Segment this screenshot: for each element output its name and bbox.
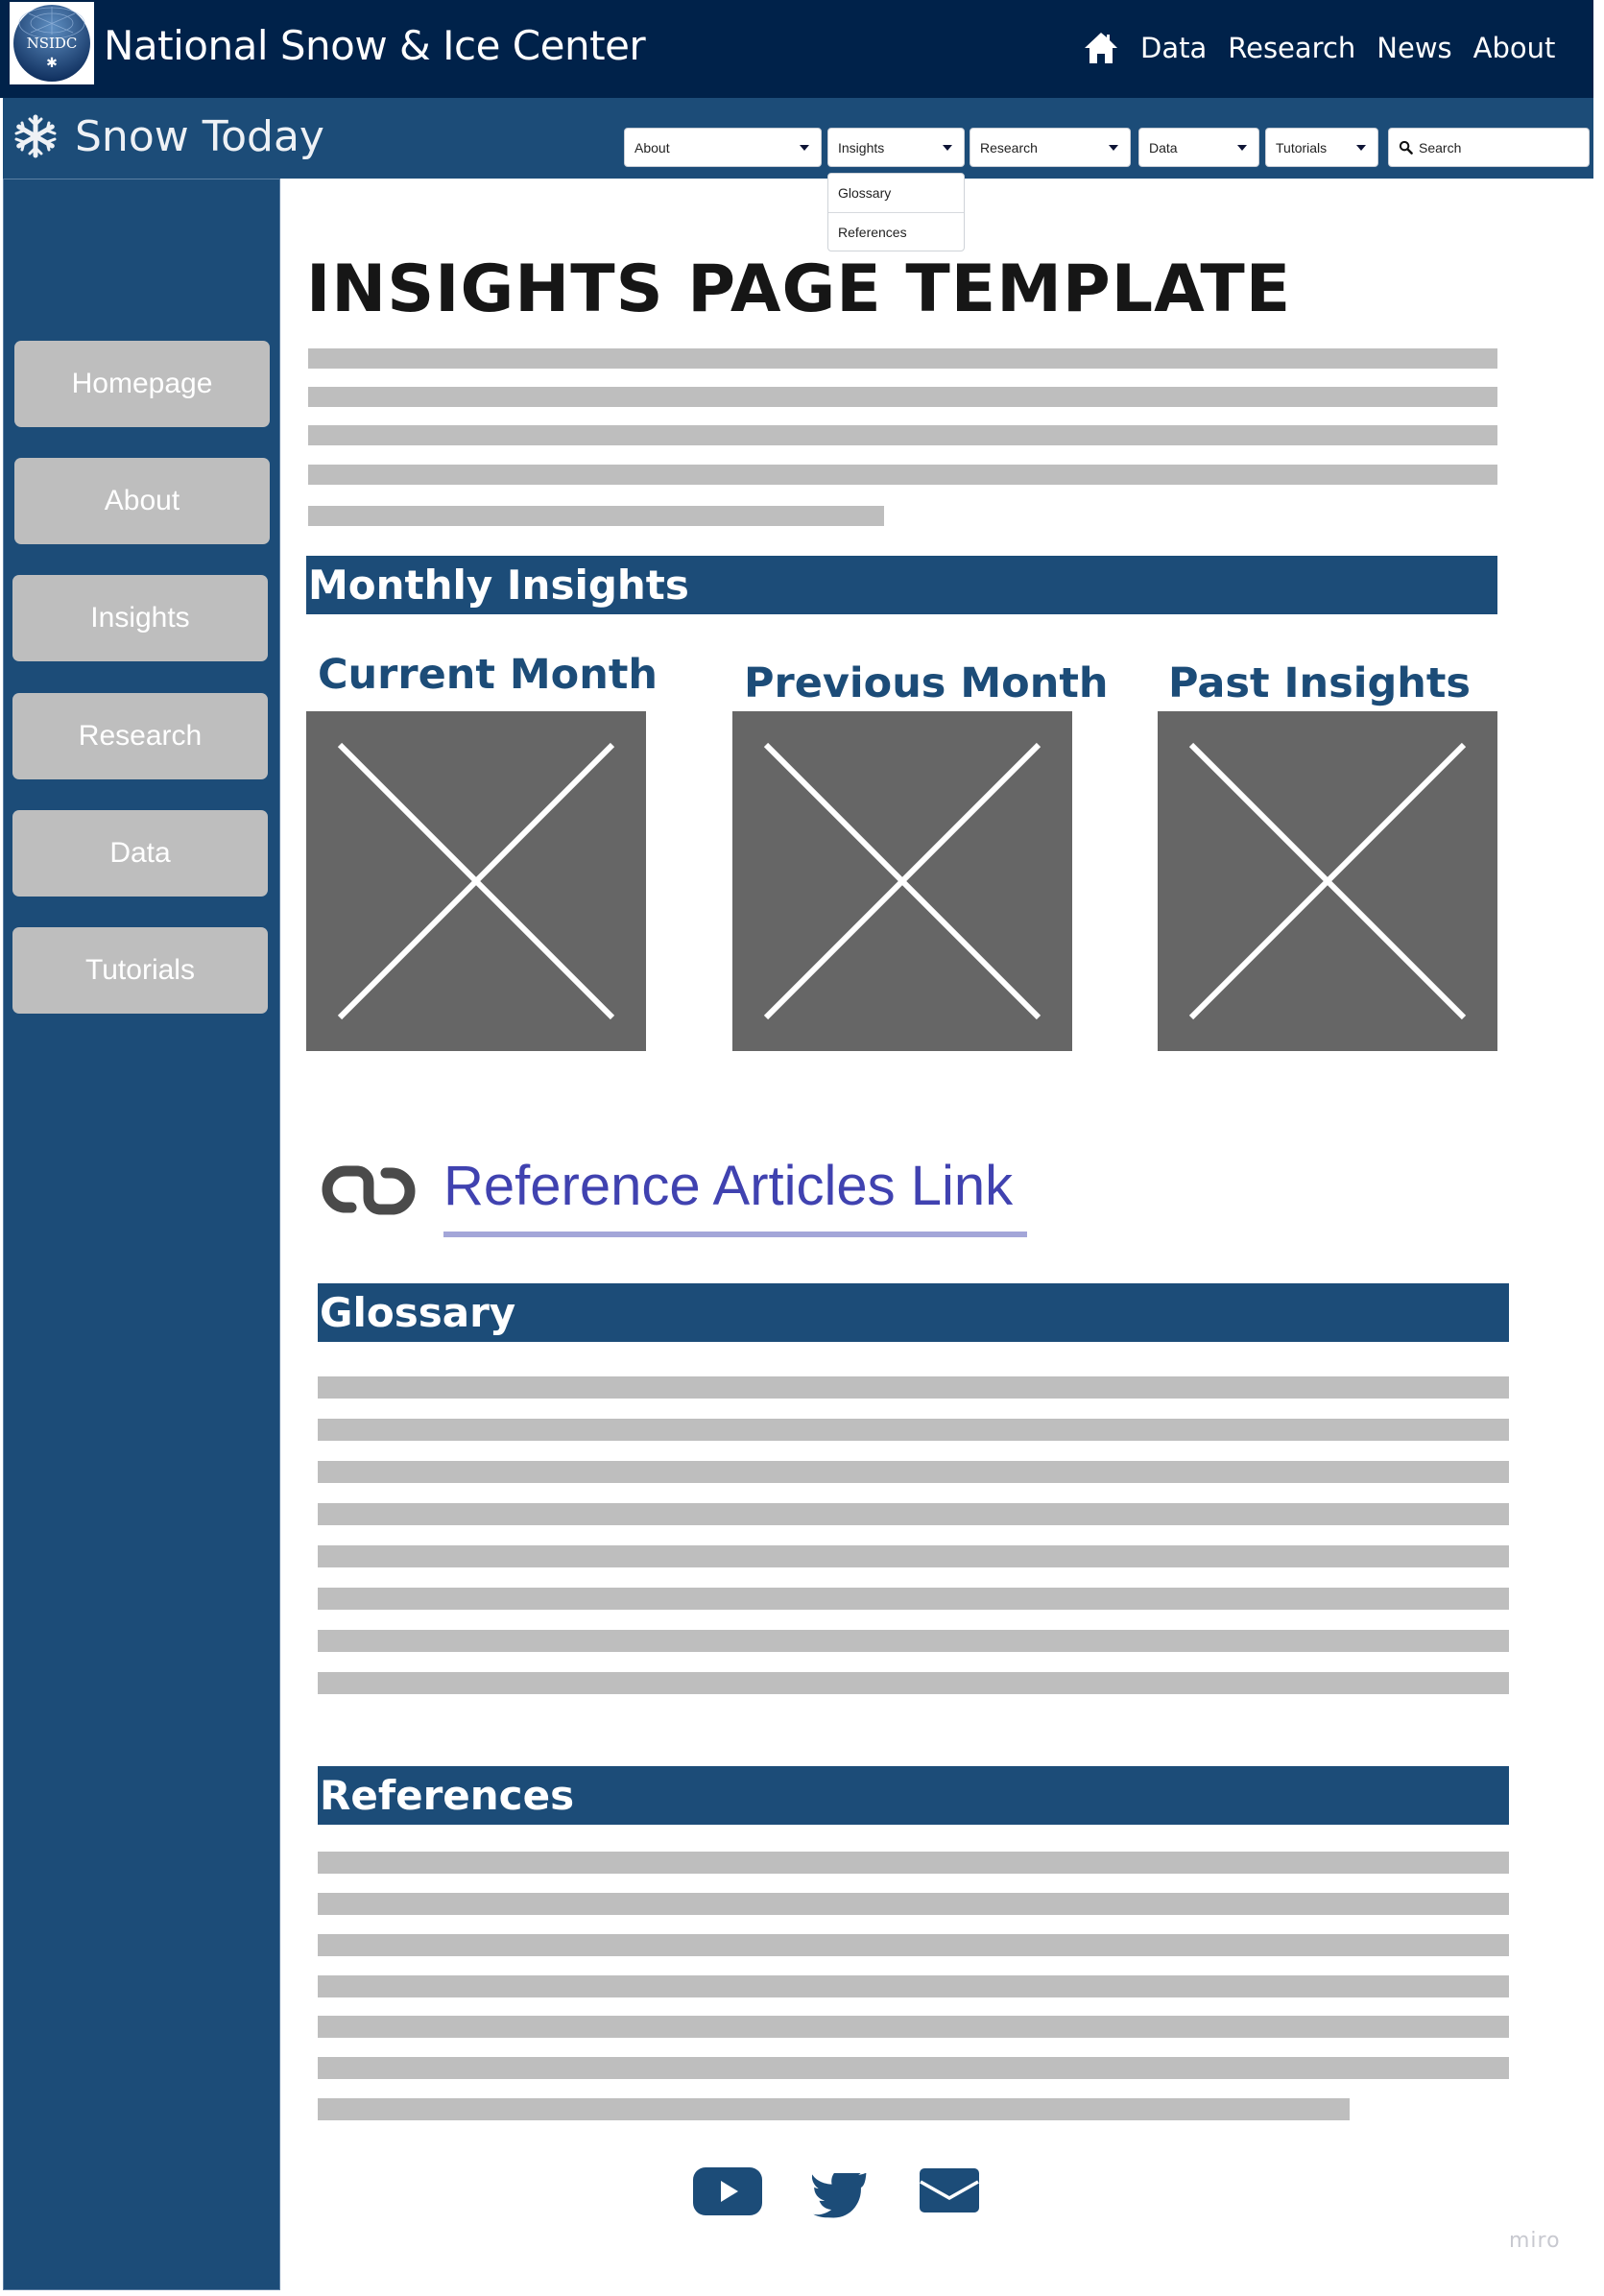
email-icon[interactable] bbox=[920, 2168, 979, 2212]
caret-down-icon bbox=[1237, 145, 1247, 151]
text-placeholder-line bbox=[308, 425, 1497, 445]
text-placeholder-line bbox=[318, 1852, 1509, 1874]
text-placeholder-line bbox=[318, 1975, 1509, 1997]
past-insights-image-placeholder[interactable] bbox=[1158, 711, 1497, 1051]
glossary-header: Glossary bbox=[318, 1283, 1509, 1342]
dropdown-tutorials[interactable]: Tutorials bbox=[1265, 128, 1378, 167]
nsidc-logo[interactable]: NSIDC ✱ bbox=[10, 2, 94, 84]
text-placeholder-line bbox=[308, 348, 1497, 369]
sidebar-item-tutorials[interactable]: Tutorials bbox=[12, 927, 268, 1014]
references-header: References bbox=[318, 1766, 1509, 1825]
caret-down-icon bbox=[1356, 145, 1366, 151]
text-placeholder-line bbox=[318, 1461, 1509, 1483]
dropdown-about-label: About bbox=[634, 139, 670, 155]
twitter-icon[interactable] bbox=[811, 2167, 868, 2219]
caret-down-icon bbox=[943, 145, 952, 151]
text-placeholder-line bbox=[308, 387, 1497, 407]
top-nav-research[interactable]: Research bbox=[1228, 32, 1355, 64]
dropdown-data-label: Data bbox=[1149, 139, 1178, 155]
sidebar-item-research[interactable]: Research bbox=[12, 693, 268, 779]
link-underline bbox=[443, 1232, 1027, 1237]
text-placeholder-line bbox=[318, 1934, 1509, 1956]
sidebar-item-homepage[interactable]: Homepage bbox=[14, 341, 270, 427]
dropdown-research[interactable]: Research bbox=[970, 128, 1131, 167]
snow-today-title: Snow Today bbox=[75, 111, 324, 161]
home-icon[interactable] bbox=[1083, 31, 1119, 65]
search-placeholder: Search bbox=[1419, 139, 1462, 155]
previous-month-image-placeholder[interactable] bbox=[732, 711, 1072, 1051]
text-placeholder-line bbox=[318, 2057, 1509, 2079]
insights-dropdown-menu: Glossary References bbox=[827, 173, 965, 251]
svg-text:✱: ✱ bbox=[46, 56, 58, 71]
menu-item-glossary[interactable]: Glossary bbox=[828, 174, 964, 212]
text-placeholder-line bbox=[318, 1503, 1509, 1525]
sidebar-item-insights[interactable]: Insights bbox=[12, 575, 268, 661]
dropdown-data[interactable]: Data bbox=[1138, 128, 1259, 167]
text-placeholder-line bbox=[318, 1419, 1509, 1441]
menu-item-references[interactable]: References bbox=[828, 212, 964, 251]
dropdown-insights[interactable]: Insights bbox=[827, 128, 965, 167]
text-placeholder-line bbox=[318, 1893, 1509, 1915]
current-month-image-placeholder[interactable] bbox=[306, 711, 646, 1051]
text-placeholder-line bbox=[318, 2016, 1509, 2038]
current-month-title: Current Month bbox=[318, 651, 658, 699]
dropdown-tutorials-label: Tutorials bbox=[1276, 139, 1328, 155]
sidebar-item-data[interactable]: Data bbox=[12, 810, 268, 897]
top-nav: Data Research News About bbox=[1083, 27, 1555, 69]
snowflake-icon bbox=[14, 114, 57, 158]
text-placeholder-line bbox=[308, 465, 1497, 485]
monthly-insights-header: Monthly Insights bbox=[306, 556, 1497, 614]
search-input[interactable]: Search bbox=[1388, 128, 1590, 167]
top-nav-news[interactable]: News bbox=[1377, 32, 1451, 64]
image-placeholder-icon bbox=[763, 742, 1041, 1020]
text-placeholder-line bbox=[318, 2098, 1350, 2120]
image-placeholder-icon bbox=[1188, 742, 1467, 1020]
text-placeholder-line bbox=[318, 1672, 1509, 1694]
miro-watermark: miro bbox=[1509, 2229, 1561, 2253]
top-nav-data[interactable]: Data bbox=[1140, 32, 1207, 64]
sidebar-item-about[interactable]: About bbox=[14, 458, 270, 544]
globe-logo-icon: NSIDC ✱ bbox=[13, 5, 90, 82]
text-placeholder-line bbox=[318, 1588, 1509, 1610]
previous-month-title: Previous Month bbox=[744, 659, 1109, 707]
top-nav-about[interactable]: About bbox=[1473, 32, 1556, 64]
past-insights-title: Past Insights bbox=[1168, 659, 1471, 707]
caret-down-icon bbox=[1109, 145, 1118, 151]
text-placeholder-line bbox=[308, 506, 884, 526]
svg-text:NSIDC: NSIDC bbox=[27, 35, 78, 52]
link-icon bbox=[319, 1161, 419, 1219]
text-placeholder-line bbox=[318, 1376, 1509, 1399]
image-placeholder-icon bbox=[337, 742, 615, 1020]
youtube-icon[interactable] bbox=[693, 2167, 762, 2215]
site-title[interactable]: National Snow & Ice Center bbox=[104, 19, 646, 73]
dropdown-about[interactable]: About bbox=[624, 128, 822, 167]
reference-articles-link[interactable]: Reference Articles Link bbox=[443, 1148, 1013, 1225]
dropdown-research-label: Research bbox=[980, 139, 1038, 155]
caret-down-icon bbox=[800, 145, 809, 151]
search-icon bbox=[1399, 140, 1413, 155]
text-placeholder-line bbox=[318, 1630, 1509, 1652]
dropdown-insights-label: Insights bbox=[838, 139, 885, 155]
text-placeholder-line bbox=[318, 1545, 1509, 1567]
snow-today-brand[interactable]: Snow Today bbox=[13, 106, 324, 167]
page-title: INSIGHTS PAGE TEMPLATE bbox=[306, 251, 1292, 327]
